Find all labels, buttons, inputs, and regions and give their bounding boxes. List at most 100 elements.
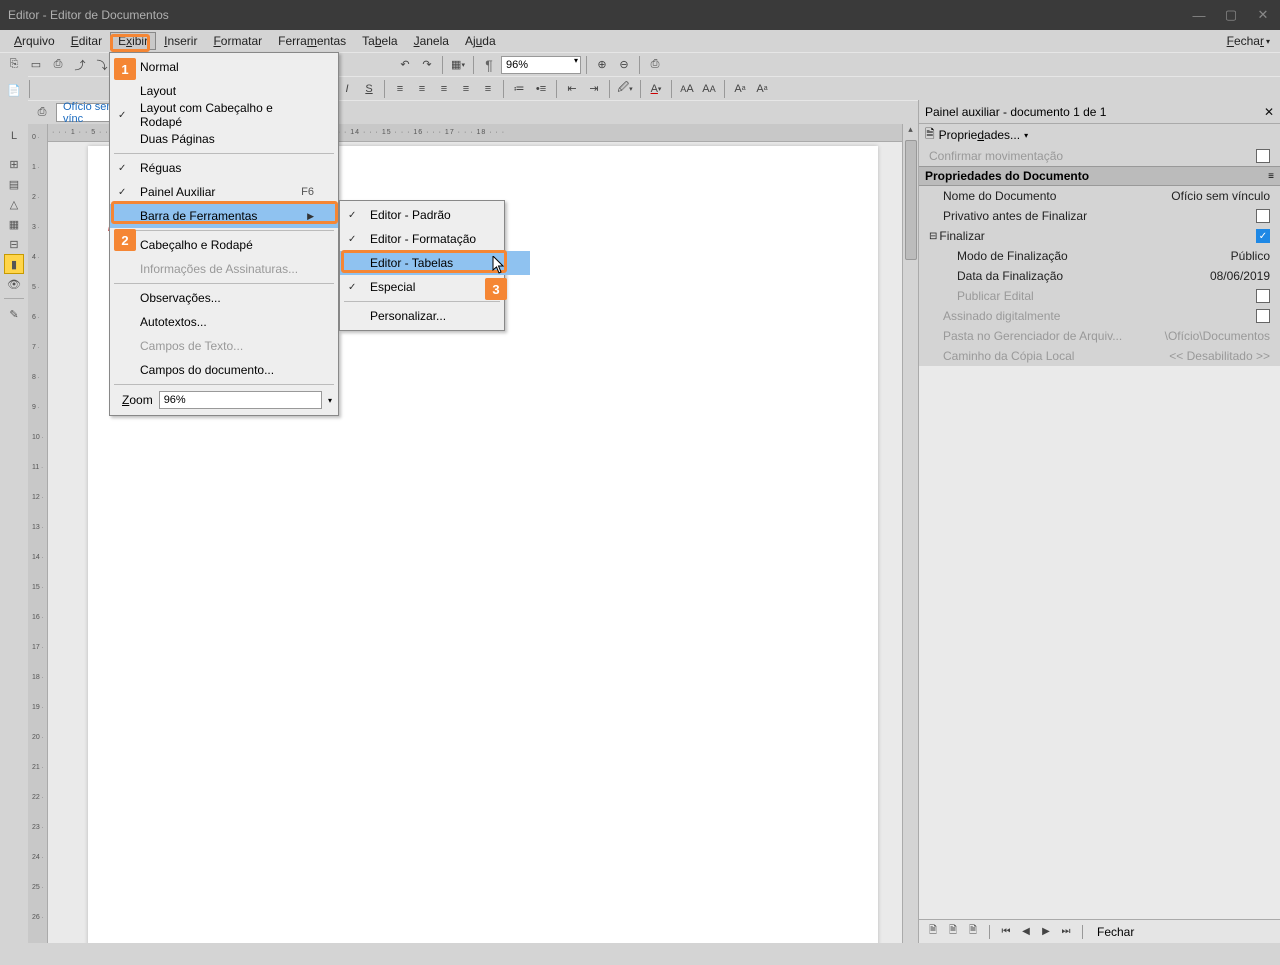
rail-icon[interactable]: 👁 (4, 274, 24, 294)
case-icon[interactable]: AA (677, 79, 697, 99)
checkbox[interactable]: ✓ (1256, 229, 1270, 243)
first-icon[interactable]: ⏮ (998, 924, 1014, 940)
next-icon[interactable]: ▶ (1038, 924, 1054, 940)
menu-item[interactable]: Autotextos... (110, 310, 338, 334)
toolbar-btn[interactable]: ▭ (26, 55, 46, 75)
property-row[interactable]: Modo de FinalizaçãoPúblico (919, 246, 1280, 266)
indent-inc-icon[interactable]: ⇥ (584, 79, 604, 99)
zoom-combo[interactable]: ▾ (501, 55, 581, 74)
rail-icon[interactable]: ⊟ (4, 234, 24, 254)
menu-ajuda[interactable]: Ajuda (457, 32, 504, 50)
menu-item[interactable]: ✓Editor - Formatação (340, 227, 530, 251)
underline-icon[interactable]: S (359, 79, 379, 99)
checkbox[interactable] (1256, 209, 1270, 223)
pilcrow-icon[interactable]: ¶ (479, 55, 499, 75)
side-panel-section[interactable]: 🗎 Propriedades... ▾ (919, 124, 1280, 146)
property-row[interactable]: Data da Finalização08/06/2019 (919, 266, 1280, 286)
menu-item: Campos de Texto... (110, 334, 338, 358)
maximize-icon[interactable]: ▢ (1222, 7, 1240, 23)
checkbox (1256, 309, 1270, 323)
toolbar-btn[interactable]: ⎘ (4, 55, 24, 75)
minimize-icon[interactable]: — (1190, 8, 1208, 23)
side-panel: Painel auxiliar - documento 1 de 1 ✕ 🗎 P… (918, 100, 1280, 943)
toolbar-btn[interactable]: ⤴ (70, 55, 90, 75)
italic-icon[interactable]: I (337, 79, 357, 99)
font-color-icon[interactable]: A▾ (646, 79, 666, 99)
menu-item[interactable]: Normal (110, 55, 338, 79)
dropdown-barra-ferramentas[interactable]: ✓Editor - Padrão✓Editor - FormataçãoEdit… (339, 200, 505, 331)
footer-icon[interactable]: 🗎 (965, 924, 981, 940)
zoom-out-icon[interactable]: ⊖ (614, 55, 634, 75)
footer-icon[interactable]: 🗎 (945, 924, 961, 940)
undo-icon[interactable]: ↶ (395, 55, 415, 75)
property-row[interactable]: ⊟Finalizar✓ (919, 226, 1280, 246)
tab-list-icon[interactable]: ⎙ (32, 103, 52, 123)
scrollbar-thumb[interactable] (905, 140, 917, 260)
rail-icon[interactable]: ▤ (4, 174, 24, 194)
prev-icon[interactable]: ◀ (1018, 924, 1034, 940)
highlight-color-icon[interactable]: 🖉▾ (615, 79, 635, 99)
close-icon[interactable]: ✕ (1254, 7, 1272, 23)
menu-editar[interactable]: Editar (63, 32, 110, 50)
footer-close-button[interactable]: Fechar (1097, 925, 1134, 939)
menu-item[interactable]: Barra de Ferramentas▶ (110, 204, 338, 228)
list-number-icon[interactable]: ≔ (509, 79, 529, 99)
menu-arquivo[interactable]: Arquivo (6, 32, 63, 50)
toolbar-btn[interactable]: ⎙ (645, 55, 665, 75)
menu-item[interactable]: ✓Layout com Cabeçalho e Rodapé (110, 103, 338, 127)
list-bullet-icon[interactable]: •≡ (531, 79, 551, 99)
title-bar: Editor - Editor de Documentos — ▢ ✕ (0, 0, 1280, 30)
window-controls: — ▢ ✕ (1190, 7, 1272, 23)
side-panel-footer: 🗎 🗎 🗎 ⏮ ◀ ▶ ⏭ Fechar (919, 919, 1280, 943)
redo-icon[interactable]: ↷ (417, 55, 437, 75)
align-justify-icon[interactable]: ≡ (456, 79, 476, 99)
menu-item[interactable]: ✓Réguas (110, 156, 338, 180)
rail-icon[interactable]: L (4, 126, 24, 146)
checkbox (1256, 149, 1270, 163)
subscript-icon[interactable]: Aa (752, 79, 772, 99)
menu-inserir[interactable]: Inserir (156, 32, 205, 50)
menu-item[interactable]: Duas Páginas (110, 127, 338, 151)
menu-item[interactable]: ✓Editor - Padrão (340, 203, 530, 227)
close-icon[interactable]: ✕ (1264, 105, 1274, 119)
menubar-close-button[interactable]: Fechar▾ (1223, 34, 1274, 48)
menu-exibir[interactable]: Exibir (110, 32, 156, 50)
table-icon[interactable]: ▦▾ (448, 55, 468, 75)
dropdown-exibir[interactable]: NormalLayout✓Layout com Cabeçalho e Roda… (109, 52, 339, 416)
indent-dec-icon[interactable]: ⇤ (562, 79, 582, 99)
footer-icon[interactable]: 🗎 (925, 924, 941, 940)
rail-icon[interactable]: 📄 (4, 80, 24, 100)
scrollbar-vertical[interactable]: ▴ (902, 124, 918, 943)
side-panel-title-text: Painel auxiliar - documento 1 de 1 (925, 105, 1106, 119)
property-header: Propriedades do Documento≡ (919, 166, 1280, 186)
menu-janela[interactable]: Janela (406, 32, 457, 50)
case-icon[interactable]: AA (699, 79, 719, 99)
rail-icon[interactable]: ▦ (4, 214, 24, 234)
menu-ferramentas[interactable]: Ferramentas (270, 32, 354, 50)
zoom-input (501, 56, 581, 74)
rail-icon[interactable]: △ (4, 194, 24, 214)
menu-formatar[interactable]: Formatar (205, 32, 270, 50)
menu-item[interactable]: ✓Painel AuxiliarF6 (110, 180, 338, 204)
superscript-icon[interactable]: Aa (730, 79, 750, 99)
align-right-icon[interactable]: ≡ (434, 79, 454, 99)
zoom-input[interactable] (159, 391, 322, 409)
rail-icon[interactable]: ✎ (4, 304, 24, 324)
align-center-icon[interactable]: ≡ (412, 79, 432, 99)
zoom-in-icon[interactable]: ⊕ (592, 55, 612, 75)
property-row[interactable]: Privativo antes de Finalizar (919, 206, 1280, 226)
rail-icon[interactable]: ⊞ (4, 154, 24, 174)
menu-item[interactable]: Personalizar... (340, 304, 530, 328)
left-rail: 📄 L ⊞ ▤ △ ▦ ⊟ ▮ 👁 ✎ (0, 76, 28, 943)
property-row[interactable]: Nome do DocumentoOfício sem vínculo (919, 186, 1280, 206)
toolbar-btn[interactable]: ⎙ (48, 55, 68, 75)
menu-tabela[interactable]: Tabela (354, 32, 405, 50)
align-left-icon[interactable]: ≡ (390, 79, 410, 99)
menu-item[interactable]: Observações... (110, 286, 338, 310)
last-icon[interactable]: ⏭ (1058, 924, 1074, 940)
menu-item[interactable]: Cabeçalho e Rodapé (110, 233, 338, 257)
menu-item[interactable]: Campos do documento... (110, 358, 338, 382)
rail-icon[interactable]: ▮ (4, 254, 24, 274)
menu-item[interactable]: Layout (110, 79, 338, 103)
align-dist-icon[interactable]: ≡ (478, 79, 498, 99)
